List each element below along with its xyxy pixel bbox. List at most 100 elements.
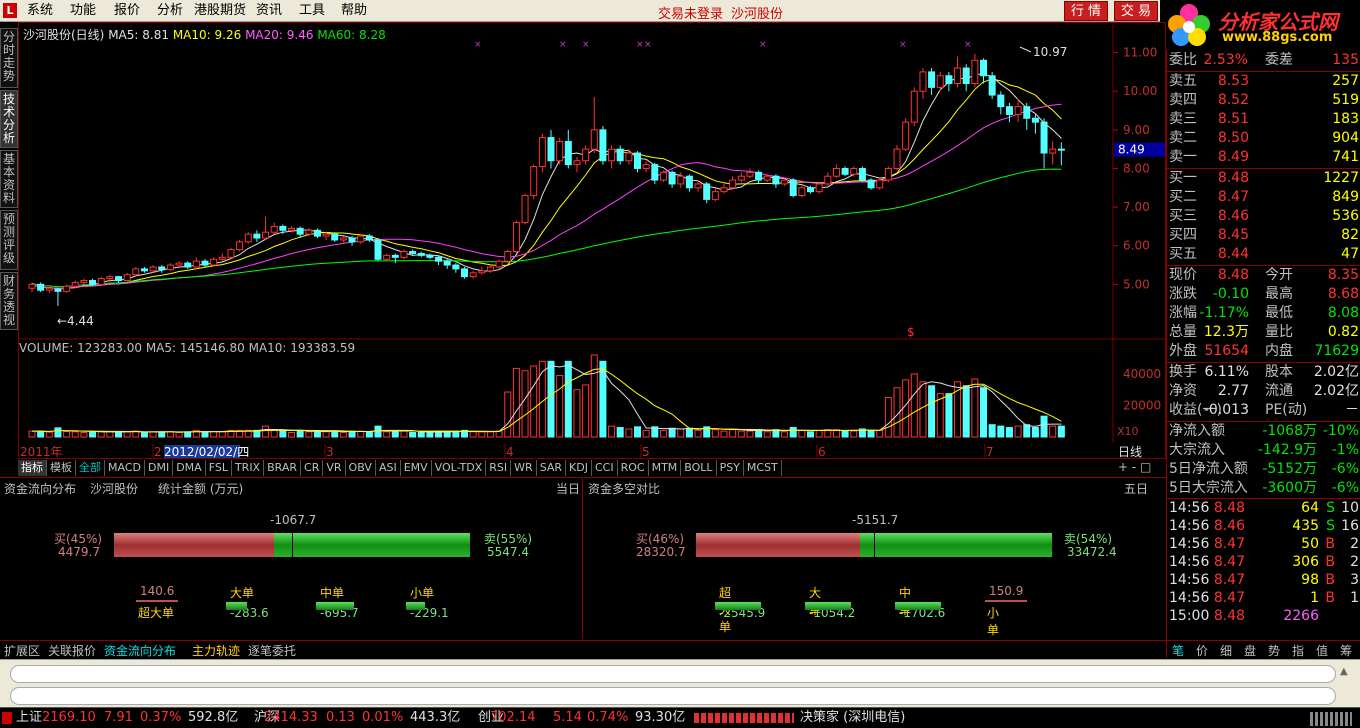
fund-right-buy-bar (696, 533, 860, 557)
volume-bar (988, 424, 996, 438)
quote-tab-6[interactable]: 值 (1310, 642, 1334, 659)
fund-cat-bar (406, 602, 426, 610)
fund-right-range[interactable]: 五日 (1124, 480, 1148, 497)
indicator-tab-全部[interactable]: 全部 (76, 460, 105, 476)
indicator-tab-wr[interactable]: WR (511, 460, 537, 476)
menu-2[interactable]: 报价 (114, 3, 140, 19)
indicator-tab-psy[interactable]: PSY (717, 460, 744, 476)
indicator-tab-sar[interactable]: SAR (537, 460, 567, 476)
volume-bar (677, 428, 685, 438)
zoom-buttons[interactable]: + - □ (1118, 460, 1151, 474)
indicator-tabs: 指标 模板 全部 MACD DMI DMA FSL TRIX BRAR CR VR OBV ASI EMV… (18, 460, 1166, 476)
menu-7[interactable]: 帮助 (341, 3, 367, 19)
quote-tab-7[interactable]: 筹 (1334, 642, 1358, 659)
indicator-tab-macd[interactable]: MACD (105, 460, 145, 476)
price-axis-label: 11.00 (1123, 46, 1157, 60)
fund-left-range[interactable]: 当日 (556, 480, 580, 497)
menu-0[interactable]: 系统 (27, 3, 53, 19)
bottom-tab-3[interactable]: 主力轨迹 (192, 642, 240, 659)
bottom-tab-1[interactable]: 关联报价 (48, 642, 96, 659)
volume-bar (89, 431, 97, 438)
indicator-tab-rsi[interactable]: RSI (486, 460, 512, 476)
news-ticker-input[interactable] (10, 687, 1336, 705)
indicator-tab-cci[interactable]: CCI (592, 460, 618, 476)
app-icon: L (3, 3, 17, 18)
candle (348, 236, 356, 246)
indicator-tab-vr[interactable]: VR (323, 460, 346, 476)
volume-bar (305, 431, 313, 438)
period-label[interactable]: 日线 (1118, 445, 1142, 459)
menu-3[interactable]: 分析 (157, 3, 183, 19)
scroll-arrow-icon[interactable]: ▲ (1340, 666, 1352, 682)
stat-value2: 71629 (1314, 343, 1359, 359)
candle (175, 261, 183, 267)
indicator-tab-trix[interactable]: TRIX (232, 460, 265, 476)
bottom-tab-2[interactable]: 资金流向分布 (104, 642, 176, 659)
tick-side: S (1326, 500, 1335, 516)
ask-price: 8.50 (1217, 130, 1249, 146)
menu-1[interactable]: 功能 (70, 3, 96, 19)
quote-tab-2[interactable]: 细 (1214, 642, 1238, 659)
candle (945, 71, 953, 92)
indicator-tab-dma[interactable]: DMA (173, 460, 206, 476)
indicator-tab-roc[interactable]: ROC (618, 460, 649, 476)
quote-tab-4[interactable]: 势 (1262, 642, 1286, 659)
fund-cat-bar (316, 602, 354, 610)
volume-unit: X10 (1117, 425, 1139, 438)
ratio-label: 委比 (1169, 52, 1197, 68)
indicator-tab-fsl[interactable]: FSL (206, 460, 232, 476)
side-tab-2[interactable]: 基本资料 (0, 150, 18, 208)
tick-time: 14:56 (1169, 554, 1210, 570)
index-name[interactable]: 上证 (16, 708, 42, 728)
candle (115, 275, 122, 283)
volume-bar (841, 430, 849, 438)
quote-button[interactable]: 行 情 (1064, 1, 1108, 21)
indicator-tab-vol-tdx[interactable]: VOL-TDX (432, 460, 487, 476)
indicator-tab-mcst[interactable]: MCST (744, 460, 782, 476)
indicator-tab-brar[interactable]: BRAR (264, 460, 302, 476)
volume-bar (1049, 425, 1057, 438)
side-tab-3[interactable]: 预测评级 (0, 210, 18, 270)
menu-5[interactable]: 资讯 (256, 3, 282, 19)
indicator-tab-模板[interactable]: 模板 (47, 460, 76, 476)
side-tab-1[interactable]: 技术分析 (0, 90, 18, 148)
menu-4[interactable]: 港股期货 (194, 3, 246, 19)
volume-bar (781, 431, 789, 438)
candle (262, 216, 270, 240)
bid-price: 8.44 (1217, 246, 1249, 262)
indicator-tab-emv[interactable]: EMV (401, 460, 432, 476)
volume-bar (218, 431, 226, 438)
info-row: 净资 2.77 流通 2.02亿 (1167, 382, 1360, 401)
command-input[interactable] (10, 665, 1336, 683)
trade-button[interactable]: 交 易 (1114, 1, 1158, 21)
event-marker: × (759, 40, 767, 50)
flow-label: 大宗流入 (1169, 442, 1225, 458)
stat-label2: 内盘 (1265, 343, 1293, 359)
candle (919, 68, 927, 99)
bottom-tab-4[interactable]: 逐笔委托 (248, 642, 296, 659)
bottom-tab-0[interactable]: 扩展区 (4, 642, 40, 659)
stat-label: 外盘 (1169, 343, 1197, 359)
tick-volume: 98 (1301, 572, 1319, 588)
side-tab-4[interactable]: 财务透视 (0, 272, 18, 330)
kline-chart-panel[interactable]: 沙河股份(日线) MA5: 8.81 MA10: 9.26 MA20: 9.46… (18, 22, 1166, 459)
side-tab-0[interactable]: 分时走势 (0, 28, 18, 88)
quote-tab-0[interactable]: 笔 (1166, 642, 1190, 659)
candle (236, 239, 244, 252)
indicator-tab-cr[interactable]: CR (301, 460, 324, 476)
indicator-tab-asi[interactable]: ASI (376, 460, 401, 476)
indicator-tab-指标[interactable]: 指标 (18, 460, 47, 476)
indicator-tab-mtm[interactable]: MTM (649, 460, 682, 476)
search-area: ▲ (0, 659, 1360, 707)
indicator-tab-boll[interactable]: BOLL (681, 460, 717, 476)
menu-6[interactable]: 工具 (299, 3, 325, 19)
quote-tab-1[interactable]: 价 (1190, 642, 1214, 659)
volume-bar (521, 370, 529, 438)
candle (590, 97, 598, 154)
indicator-tab-obv[interactable]: OBV (346, 460, 376, 476)
ratio-value: 2.53% (1203, 52, 1248, 68)
quote-tab-5[interactable]: 指 (1286, 642, 1310, 659)
indicator-tab-dmi[interactable]: DMI (145, 460, 174, 476)
indicator-tab-kdj[interactable]: KDJ (566, 460, 592, 476)
quote-tab-3[interactable]: 盘 (1238, 642, 1262, 659)
